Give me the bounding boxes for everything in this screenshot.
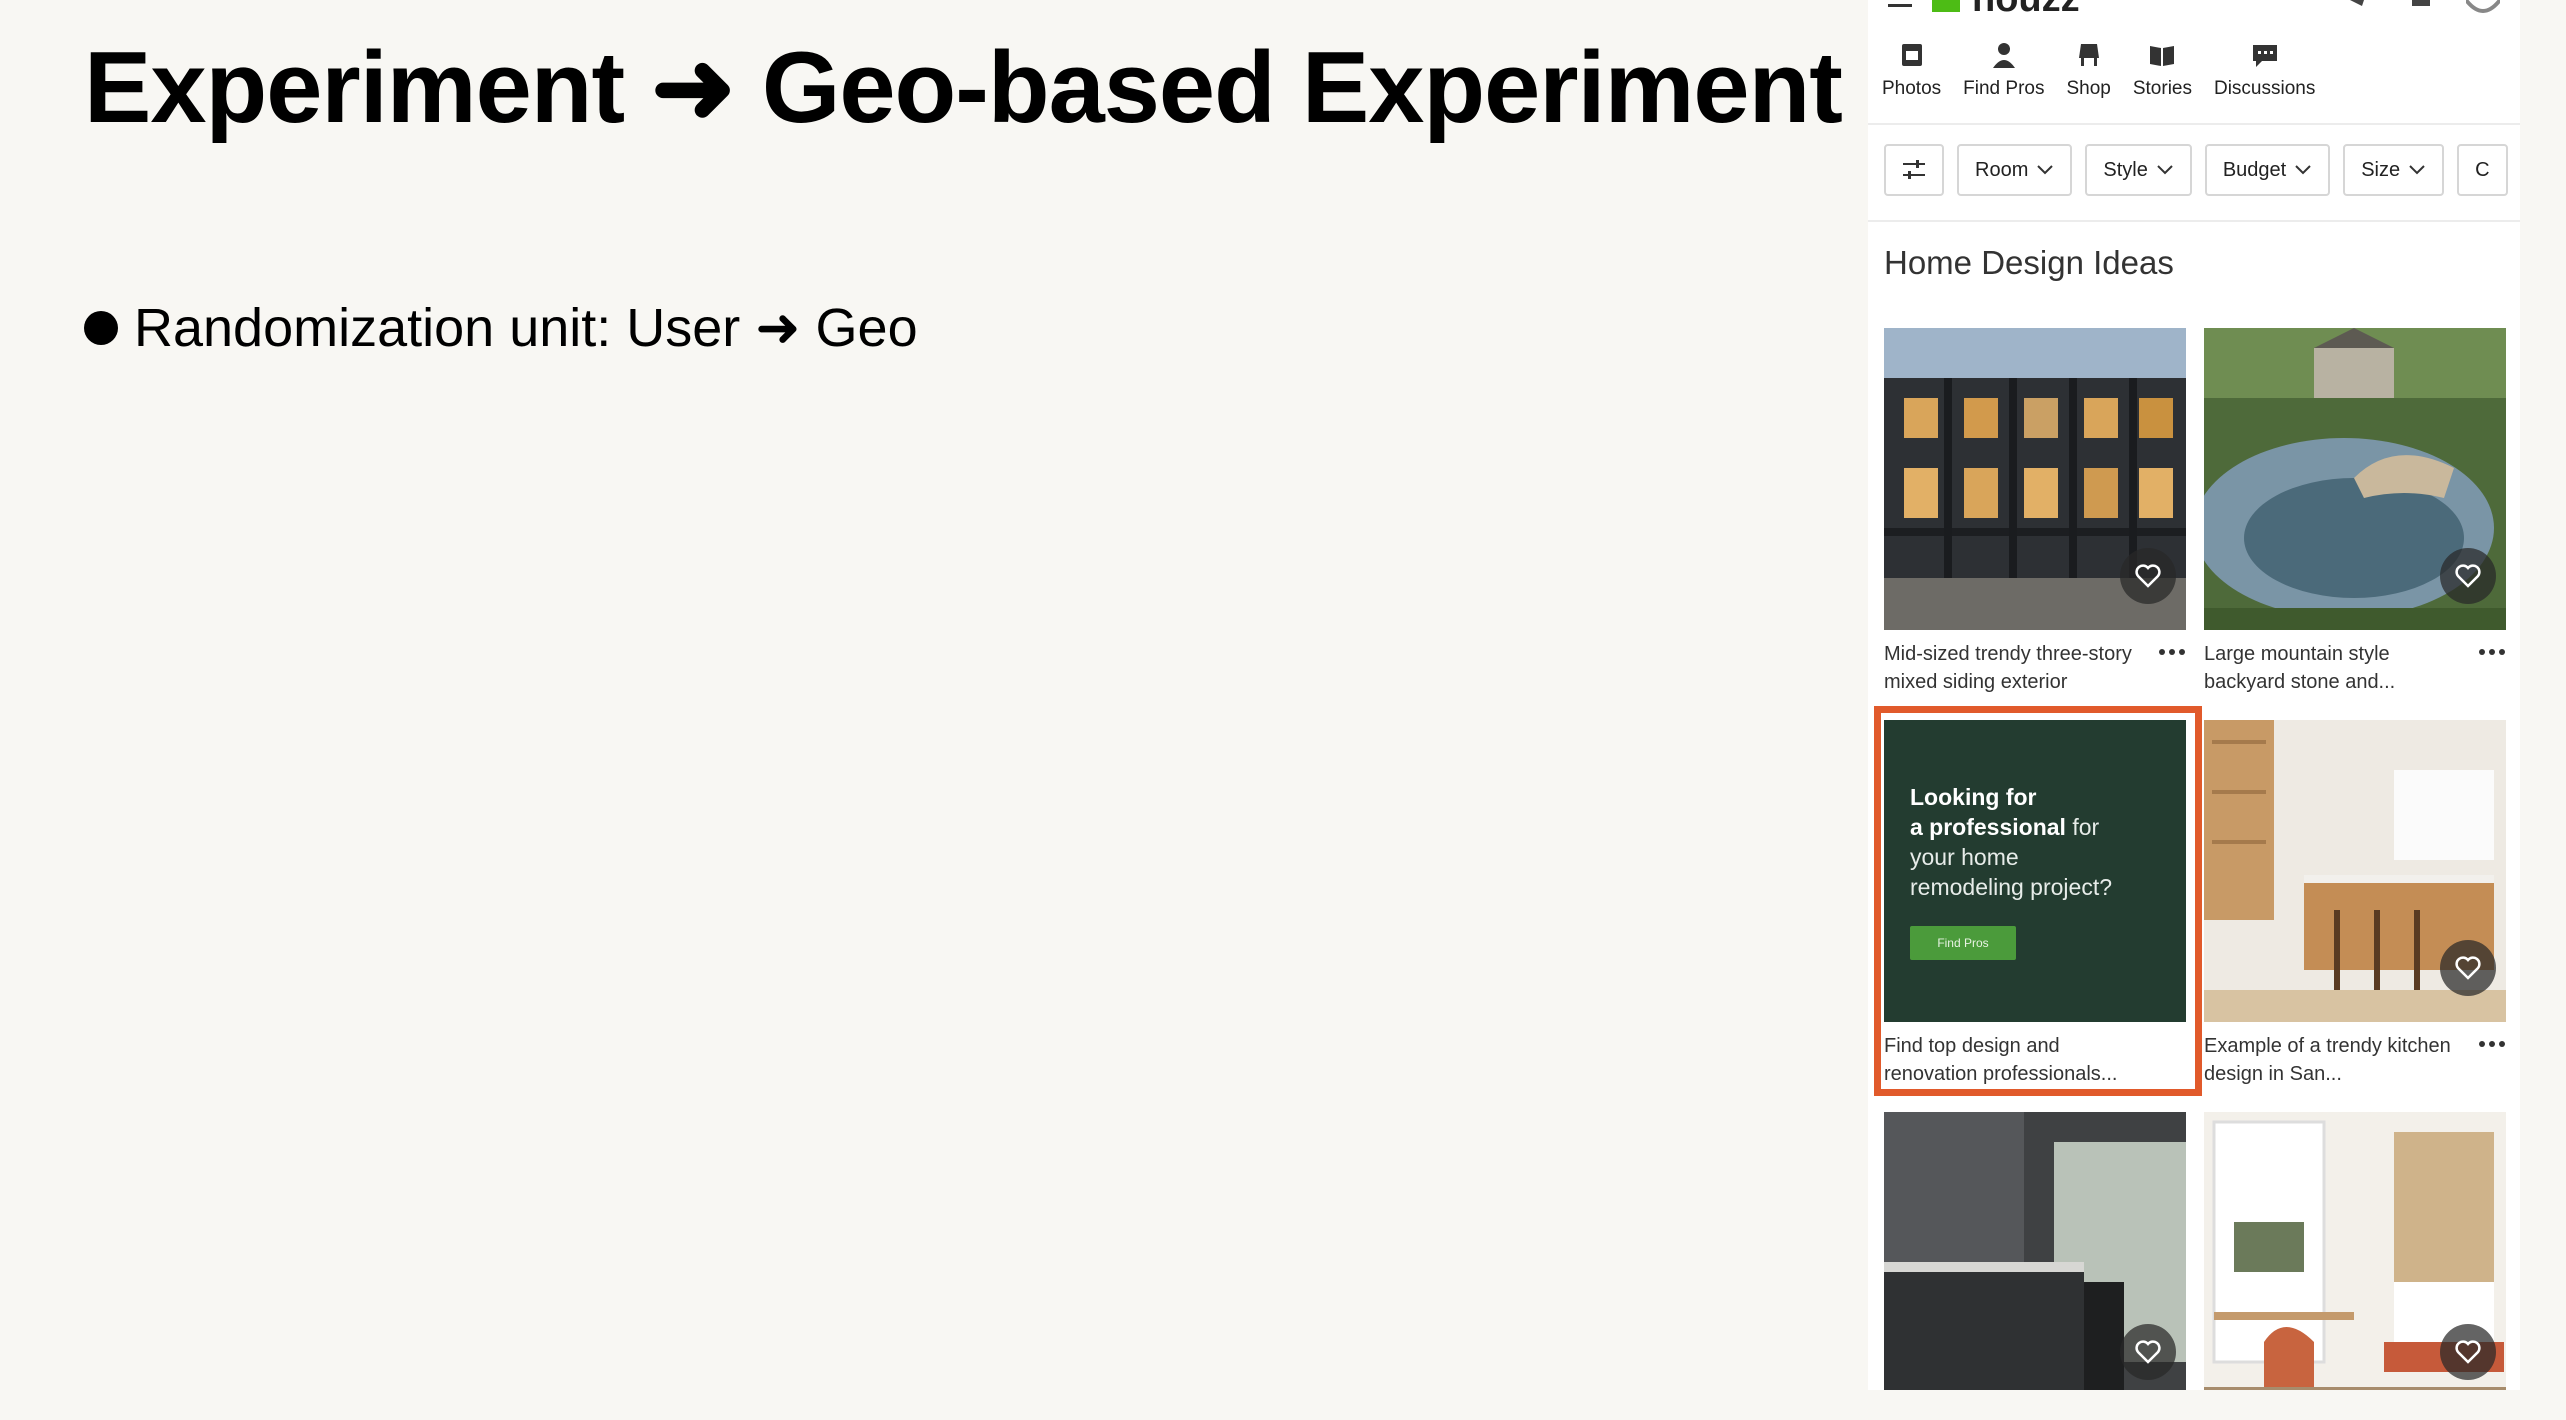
bullet-dot: [84, 310, 118, 345]
save-button[interactable]: [2440, 548, 2496, 604]
filter-style[interactable]: Style: [2085, 144, 2192, 196]
app-nav-bar: Photos Find Pros Shop Stories Discussion…: [1868, 40, 2520, 120]
filter-label: Style: [2103, 158, 2148, 181]
nav-label: Photos: [1882, 78, 1942, 99]
bullet-text: Randomization unit: User ➜ Geo: [134, 298, 918, 358]
houzz-app-screenshot: houzz Photos Find Pros Shop Stories Disc…: [1868, 0, 2520, 1390]
nav-discussions[interactable]: Discussions: [2214, 40, 2315, 120]
filter-bar: Room Style Budget Size C: [1884, 144, 2520, 200]
nav-shop[interactable]: Shop: [2066, 40, 2111, 120]
photo-card[interactable]: Mid-sized trendy three-story mixed sidin…: [1884, 328, 2186, 708]
bullet-item: Randomization unit: User ➜ Geo: [84, 296, 918, 359]
filter-budget[interactable]: Budget: [2204, 144, 2331, 196]
heart-icon: [2455, 956, 2481, 980]
photo-thumbnail[interactable]: [1884, 328, 2186, 630]
filter-room[interactable]: Room: [1957, 144, 2073, 196]
nav-find-pros[interactable]: Find Pros: [1963, 40, 2044, 120]
photo-thumbnail[interactable]: [2204, 328, 2506, 630]
photo-thumbnail[interactable]: [1884, 1112, 2186, 1390]
cart-icon[interactable]: [2404, 0, 2438, 14]
chevron-down-icon: [2157, 165, 2173, 175]
divider: [1868, 220, 2520, 222]
shop-icon: [2078, 44, 2099, 66]
filter-size[interactable]: Size: [2343, 144, 2445, 196]
save-button[interactable]: [2440, 940, 2496, 996]
more-options-icon[interactable]: [2478, 1040, 2506, 1048]
filter-label: C: [2475, 158, 2490, 181]
app-top-bar: houzz: [1868, 0, 2520, 22]
photo-card[interactable]: [1884, 1112, 2186, 1390]
hamburger-menu-icon[interactable]: [1888, 0, 1912, 14]
sliders-icon: [1903, 160, 1925, 179]
heart-icon: [2135, 564, 2161, 588]
discussions-icon: [2252, 45, 2277, 67]
more-options-icon[interactable]: [2478, 648, 2506, 656]
slide-title: Experiment ➜ Geo-based Experiment: [84, 32, 1843, 144]
houzz-logo-icon[interactable]: [1932, 0, 1960, 12]
photo-caption: Mid-sized trendy three-story mixed sidin…: [1884, 643, 2132, 693]
photo-card[interactable]: Large mountain style backyard stone and.…: [2204, 328, 2506, 708]
more-options-icon[interactable]: [2158, 648, 2186, 656]
photo-caption: Large mountain style backyard stone and.…: [2204, 643, 2396, 693]
filter-more[interactable]: C: [2457, 144, 2508, 196]
chevron-down-icon: [2295, 165, 2311, 175]
heart-icon: [2455, 564, 2481, 588]
nav-label: Find Pros: [1963, 78, 2045, 99]
photo-thumbnail[interactable]: [2204, 720, 2506, 1022]
photo-caption: Example of a trendy kitchen design in Sa…: [2204, 1035, 2451, 1085]
heart-icon: [2135, 1340, 2161, 1364]
divider: [1868, 123, 2520, 125]
filter-settings-button[interactable]: [1884, 144, 1944, 196]
photo-thumbnail[interactable]: [2204, 1112, 2506, 1390]
nav-photos[interactable]: Photos: [1882, 40, 1941, 120]
save-button[interactable]: [2120, 1324, 2176, 1380]
account-icon[interactable]: [2466, 0, 2500, 14]
filter-label: Size: [2361, 158, 2401, 181]
save-button[interactable]: [2120, 548, 2176, 604]
filter-label: Budget: [2222, 158, 2287, 181]
nav-label: Stories: [2132, 78, 2192, 99]
save-button[interactable]: [2440, 1324, 2496, 1380]
nav-stories[interactable]: Stories: [2133, 40, 2192, 120]
phone-icon[interactable]: [2342, 0, 2376, 14]
section-title: Home Design Ideas: [1884, 244, 2174, 281]
photos-icon: [1901, 44, 1922, 66]
ad-highlight-box: [1874, 706, 2202, 1096]
photo-card[interactable]: [2204, 1112, 2506, 1390]
stories-icon: [2150, 46, 2175, 66]
photo-card[interactable]: Example of a trendy kitchen design in Sa…: [2204, 720, 2506, 1100]
nav-label: Shop: [2066, 78, 2111, 99]
app-logo[interactable]: houzz: [1972, 0, 2080, 21]
filter-label: Room: [1975, 158, 2029, 181]
chevron-down-icon: [2409, 165, 2425, 175]
find-pros-icon: [1992, 43, 2015, 68]
heart-icon: [2455, 1340, 2481, 1364]
nav-label: Discussions: [2213, 78, 2316, 99]
chevron-down-icon: [2037, 165, 2054, 175]
